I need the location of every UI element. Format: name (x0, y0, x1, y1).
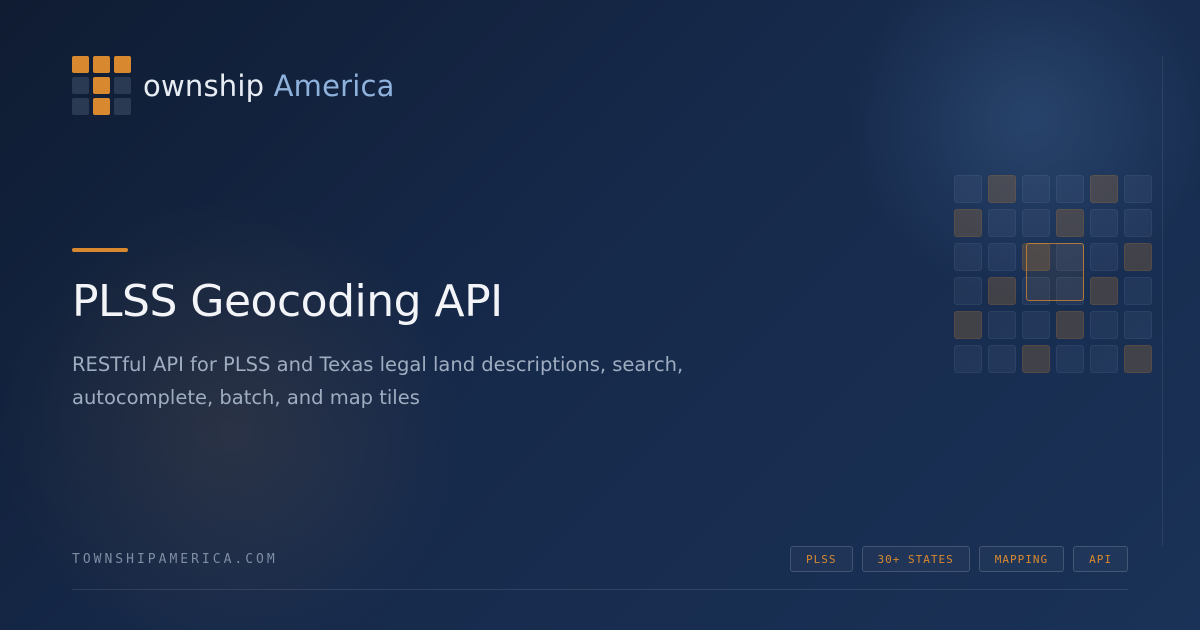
bottom-divider (72, 589, 1128, 590)
decorative-grid-cell (1090, 175, 1118, 203)
logo-grid-cell (114, 77, 131, 94)
decorative-grid-cell (1022, 345, 1050, 373)
decorative-grid-cell (1090, 243, 1118, 271)
decorative-grid-cell (954, 243, 982, 271)
decorative-grid-cell (954, 175, 982, 203)
decorative-grid-cell (988, 175, 1016, 203)
decorative-grid-cell (988, 243, 1016, 271)
logo-grid-cell (72, 56, 89, 73)
vertical-divider (1162, 56, 1163, 546)
decorative-grid-cell (1090, 345, 1118, 373)
decorative-grid-cell (988, 277, 1016, 305)
decorative-grid-cell (1022, 311, 1050, 339)
logo-grid-cell (114, 98, 131, 115)
decorative-grid-cell (1090, 311, 1118, 339)
decorative-grid-cell (1022, 209, 1050, 237)
decorative-grid-cell (1056, 311, 1084, 339)
decorative-grid-cell (988, 345, 1016, 373)
decorative-grid-cell (1090, 277, 1118, 305)
tag-badge: API (1073, 546, 1128, 572)
decorative-grid-highlight (1026, 243, 1084, 301)
page-title: PLSS Geocoding API (72, 276, 503, 327)
decorative-grid-cell (988, 209, 1016, 237)
page-subtitle: RESTful API for PLSS and Texas legal lan… (72, 353, 684, 409)
site-domain: TOWNSHIPAMERICA.COM (72, 552, 278, 567)
brand-name-prefix: ownship (143, 68, 265, 103)
decorative-grid-cell (988, 311, 1016, 339)
tag-badge: MAPPING (978, 546, 1065, 572)
decorative-grid-cell (1124, 243, 1152, 271)
decorative-grid-cell (1056, 345, 1084, 373)
logo-grid-cell (72, 98, 89, 115)
decorative-grid-cell (1056, 209, 1084, 237)
decorative-grid-cell (1056, 175, 1084, 203)
brand-name: ownship America (143, 69, 395, 103)
logo-grid-cell (93, 56, 110, 73)
decorative-grid-cell (1124, 345, 1152, 373)
tag-list: PLSS 30+ STATES MAPPING API (790, 546, 1128, 572)
logo-grid-cell (93, 77, 110, 94)
tag-badge: 30+ STATES (861, 546, 970, 572)
logo-grid-cell (93, 98, 110, 115)
brand-logo: ownship America (72, 56, 395, 115)
decorative-grid-cell (954, 277, 982, 305)
logo-grid-cell (72, 77, 89, 94)
logo-grid-icon (72, 56, 131, 115)
decorative-grid-cell (1090, 209, 1118, 237)
decorative-grid-cell (1124, 175, 1152, 203)
title-accent-line (72, 248, 128, 252)
decorative-grid-cell (1124, 277, 1152, 305)
decorative-grid-cell (1022, 175, 1050, 203)
logo-grid-cell (114, 56, 131, 73)
decorative-grid-cell (954, 311, 982, 339)
decorative-grid-cell (1124, 209, 1152, 237)
decorative-grid-cell (1124, 311, 1152, 339)
decorative-grid-cell (954, 209, 982, 237)
decorative-grid-cell (954, 345, 982, 373)
brand-name-accent: America (273, 68, 395, 103)
decorative-grid (954, 175, 1152, 373)
tag-badge: PLSS (790, 546, 853, 572)
